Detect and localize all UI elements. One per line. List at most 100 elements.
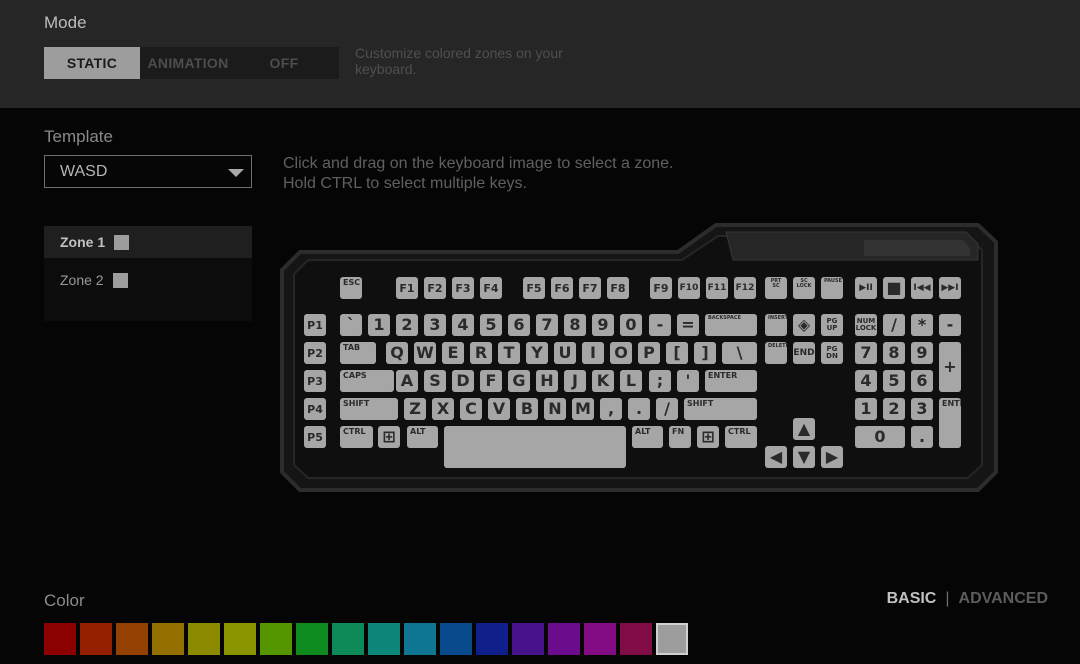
keyboard-key[interactable]: F2 (424, 277, 446, 299)
keyboard-key[interactable]: 4 (855, 370, 877, 392)
keyboard-key[interactable]: ▲ (793, 418, 815, 440)
template-dropdown[interactable]: WASD (44, 155, 252, 188)
keyboard-key[interactable]: F5 (523, 277, 545, 299)
keyboard-key[interactable]: ⊞ (378, 426, 400, 448)
keyboard-key[interactable]: 3 (424, 314, 446, 336)
color-swatch[interactable] (260, 623, 292, 655)
color-mode-basic[interactable]: BASIC (887, 590, 937, 608)
keyboard-key[interactable]: F6 (551, 277, 573, 299)
keyboard-key[interactable]: N (544, 398, 566, 420)
keyboard-key[interactable]: ESC (340, 277, 362, 299)
keyboard-key[interactable]: , (600, 398, 622, 420)
keyboard-key[interactable]: I◀◀ (911, 277, 933, 299)
keyboard-key[interactable]: / (883, 314, 905, 336)
color-swatch[interactable] (332, 623, 364, 655)
keyboard-key[interactable]: CAPS (340, 370, 394, 392)
keyboard-key[interactable]: U (554, 342, 576, 364)
keyboard-key[interactable]: PG DN (821, 342, 843, 364)
keyboard-key[interactable]: * (911, 314, 933, 336)
keyboard-key[interactable]: M (572, 398, 594, 420)
keyboard-key[interactable]: NUM LOCK (855, 314, 877, 336)
keyboard-key[interactable]: F10 (678, 277, 700, 299)
keyboard-key[interactable]: 5 (883, 370, 905, 392)
keyboard-key[interactable]: P2 (304, 342, 326, 364)
keyboard-key[interactable]: Q (386, 342, 408, 364)
color-swatch[interactable] (656, 623, 688, 655)
keyboard-key[interactable]: . (628, 398, 650, 420)
keyboard-key[interactable]: C (460, 398, 482, 420)
keyboard-key[interactable]: F12 (734, 277, 756, 299)
keyboard-key[interactable]: PG UP (821, 314, 843, 336)
keyboard-key[interactable]: \ (722, 342, 757, 364)
keyboard-key[interactable]: ▶▶I (939, 277, 961, 299)
keyboard-key[interactable]: ALT (407, 426, 438, 448)
keyboard-key[interactable]: BACKSPACE (705, 314, 757, 336)
keyboard-key[interactable]: INSERT (765, 314, 787, 336)
keyboard-key[interactable]: 6 (508, 314, 530, 336)
keyboard-key[interactable]: X (432, 398, 454, 420)
keyboard-key[interactable]: A (396, 370, 418, 392)
keyboard-key[interactable]: G (508, 370, 530, 392)
keyboard-key[interactable]: D (452, 370, 474, 392)
keyboard-key[interactable]: K (592, 370, 614, 392)
color-swatch[interactable] (44, 623, 76, 655)
keyboard-key[interactable]: - (939, 314, 961, 336)
color-swatch[interactable] (152, 623, 184, 655)
mode-tab-off[interactable]: OFF (236, 47, 332, 79)
keyboard-key[interactable]: + (939, 342, 961, 392)
keyboard-key[interactable]: F11 (706, 277, 728, 299)
keyboard-key[interactable]: Y (526, 342, 548, 364)
keyboard-key[interactable]: J (564, 370, 586, 392)
keyboard-key[interactable]: SC LOCK (793, 277, 815, 299)
keyboard-key[interactable]: S (424, 370, 446, 392)
keyboard-key[interactable]: F (480, 370, 502, 392)
color-swatch[interactable] (440, 623, 472, 655)
keyboard-key[interactable]: / (656, 398, 678, 420)
keyboard-key[interactable]: F3 (452, 277, 474, 299)
keyboard-key[interactable]: ■ (883, 277, 905, 299)
keyboard-key[interactable]: P3 (304, 370, 326, 392)
keyboard-key[interactable]: P5 (304, 426, 326, 448)
keyboard-key[interactable]: ◈ (793, 314, 815, 336)
color-swatch[interactable] (296, 623, 328, 655)
keyboard-key[interactable]: CTRL (725, 426, 757, 448)
mode-tab-static[interactable]: STATIC (44, 47, 140, 79)
keyboard-key[interactable]: E (442, 342, 464, 364)
keyboard-key[interactable]: ; (649, 370, 671, 392)
keyboard-key[interactable]: B (516, 398, 538, 420)
keyboard-key[interactable]: ENTER (705, 370, 757, 392)
keyboard-key[interactable]: - (649, 314, 671, 336)
color-swatch[interactable] (224, 623, 256, 655)
keyboard-key[interactable]: 1 (855, 398, 877, 420)
keyboard-key[interactable]: 9 (592, 314, 614, 336)
keyboard-key[interactable]: 8 (883, 342, 905, 364)
keyboard-key[interactable]: P (638, 342, 660, 364)
keyboard-key[interactable]: I (582, 342, 604, 364)
color-swatch[interactable] (476, 623, 508, 655)
color-swatch[interactable] (188, 623, 220, 655)
color-swatch[interactable] (80, 623, 112, 655)
keyboard-key[interactable]: PAUSE (821, 277, 843, 299)
keyboard-key[interactable]: 7 (536, 314, 558, 336)
color-swatch[interactable] (368, 623, 400, 655)
color-swatch[interactable] (404, 623, 436, 655)
keyboard-key[interactable]: ▶II (855, 277, 877, 299)
keyboard-key[interactable]: 0 (620, 314, 642, 336)
keyboard-key[interactable]: 8 (564, 314, 586, 336)
keyboard-key[interactable]: T (498, 342, 520, 364)
zone-item-1[interactable]: Zone 1 (44, 226, 252, 258)
color-swatch[interactable] (512, 623, 544, 655)
keyboard-key[interactable]: R (470, 342, 492, 364)
color-swatch[interactable] (548, 623, 580, 655)
keyboard-key[interactable]: V (488, 398, 510, 420)
keyboard-key[interactable]: . (911, 426, 933, 448)
keyboard-key[interactable]: DELETE (765, 342, 787, 364)
keyboard-key[interactable]: 7 (855, 342, 877, 364)
keyboard-key[interactable]: P4 (304, 398, 326, 420)
mode-tab-animation[interactable]: ANIMATION (140, 47, 236, 79)
keyboard-key[interactable]: 4 (452, 314, 474, 336)
keyboard-key[interactable]: L (620, 370, 642, 392)
keyboard-key[interactable]: 5 (480, 314, 502, 336)
keyboard-key[interactable]: PRT SC (765, 277, 787, 299)
color-swatch[interactable] (116, 623, 148, 655)
